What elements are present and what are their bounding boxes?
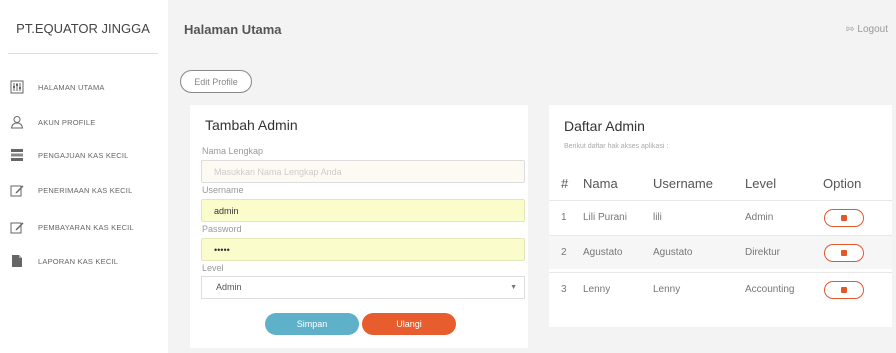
row-number: 2 <box>561 247 567 258</box>
sidebar-item-akun-profile[interactable]: AKUN PROFILE <box>10 112 160 132</box>
sidebar-item-laporan-kas-kecil[interactable]: LAPORAN KAS KECIL <box>10 251 160 271</box>
level-label: Level <box>202 263 224 273</box>
row-number: 3 <box>561 284 567 295</box>
sidebar-item-label: LAPORAN KAS KECIL <box>38 256 119 266</box>
delete-button[interactable] <box>824 209 864 227</box>
column-header: Nama <box>583 176 618 191</box>
save-button[interactable]: Simpan <box>265 313 359 335</box>
table-row: 1 Lili Purani lili Admin <box>549 200 892 234</box>
main-content: Halaman Utama ⇰ Logout Edit Profile Tamba… <box>168 0 896 353</box>
chevron-down-icon: ▼ <box>510 284 517 291</box>
column-header: Level <box>745 176 777 191</box>
add-admin-card: Tambah Admin Nama Lengkap Username Passw… <box>190 105 528 348</box>
username-label: Username <box>202 185 244 195</box>
sidebar-item-penerimaan-kas-kecil[interactable]: PENERIMAAN KAS KECIL <box>10 180 160 200</box>
sidebar-item-label: AKUN PROFILE <box>38 117 96 127</box>
column-header: Username <box>653 176 713 191</box>
row-level: Accounting <box>745 284 795 295</box>
full-name-input[interactable] <box>201 160 525 183</box>
admin-list-card: Daftar Admin Berikut daftar hak akses ap… <box>549 105 892 327</box>
column-header: # <box>561 176 569 191</box>
row-level: Admin <box>745 212 774 223</box>
file-icon <box>12 255 22 267</box>
trash-icon <box>841 215 847 221</box>
sidebar-item-halaman-utama[interactable]: HALAMAN UTAMA <box>10 77 160 97</box>
trash-icon <box>841 287 847 293</box>
page-title: Halaman Utama <box>184 22 282 37</box>
delete-button[interactable] <box>824 244 864 262</box>
row-number: 1 <box>561 212 567 223</box>
row-nama: Agustato <box>583 247 623 258</box>
table-row: 2 Agustato Agustato Direktur <box>549 235 892 269</box>
admin-list-description: Berikut daftar hak akses aplikasi : <box>564 143 669 150</box>
reset-button[interactable]: Ulangi <box>362 313 456 335</box>
table-row: 3 Lenny Lenny Accounting <box>549 272 892 306</box>
edit-icon <box>10 185 24 197</box>
form-title: Tambah Admin <box>205 117 298 133</box>
username-input[interactable] <box>201 199 525 222</box>
logout-icon: ⇰ <box>846 24 855 35</box>
logout-button[interactable]: ⇰ Logout <box>846 24 888 35</box>
sidebar-item-label: PENGAJUAN KAS KECIL <box>38 150 129 160</box>
password-input[interactable] <box>201 238 525 261</box>
row-username: Lenny <box>653 284 681 295</box>
row-username: lili <box>653 212 662 223</box>
sidebar-item-label: HALAMAN UTAMA <box>38 82 105 92</box>
list-icon <box>11 149 23 161</box>
level-selected-value: Admin <box>216 282 242 292</box>
edit-icon <box>10 222 24 234</box>
sidebar-item-label: PENERIMAAN KAS KECIL <box>38 185 133 195</box>
sidebar: PT.EQUATOR JINGGA HALAMAN UTAMA AKUN PRO… <box>0 0 168 353</box>
row-username: Agustato <box>653 247 693 258</box>
logout-label: Logout <box>857 24 888 35</box>
name-label: Nama Lengkap <box>202 146 264 156</box>
admin-list-title: Daftar Admin <box>564 118 645 134</box>
row-level: Direktur <box>745 247 781 258</box>
sidebar-item-label: PEMBAYARAN KAS KECIL <box>38 222 134 232</box>
password-label: Password <box>202 224 242 234</box>
row-nama: Lili Purani <box>583 212 627 223</box>
user-icon <box>10 116 24 129</box>
sidebar-item-pembayaran-kas-kecil[interactable]: PEMBAYARAN KAS KECIL <box>10 217 160 237</box>
row-nama: Lenny <box>583 284 611 295</box>
dashboard-icon <box>10 80 24 94</box>
edit-profile-button[interactable]: Edit Profile <box>180 70 252 93</box>
top-bar: Halaman Utama ⇰ Logout <box>168 10 896 48</box>
delete-button[interactable] <box>824 281 864 299</box>
brand-name: PT.EQUATOR JINGGA <box>8 0 158 54</box>
trash-icon <box>841 250 847 256</box>
sidebar-item-pengajuan-kas-kecil[interactable]: PENGAJUAN KAS KECIL <box>10 145 160 165</box>
level-select[interactable]: Admin ▼ <box>201 276 525 299</box>
column-header: Option <box>823 176 862 191</box>
